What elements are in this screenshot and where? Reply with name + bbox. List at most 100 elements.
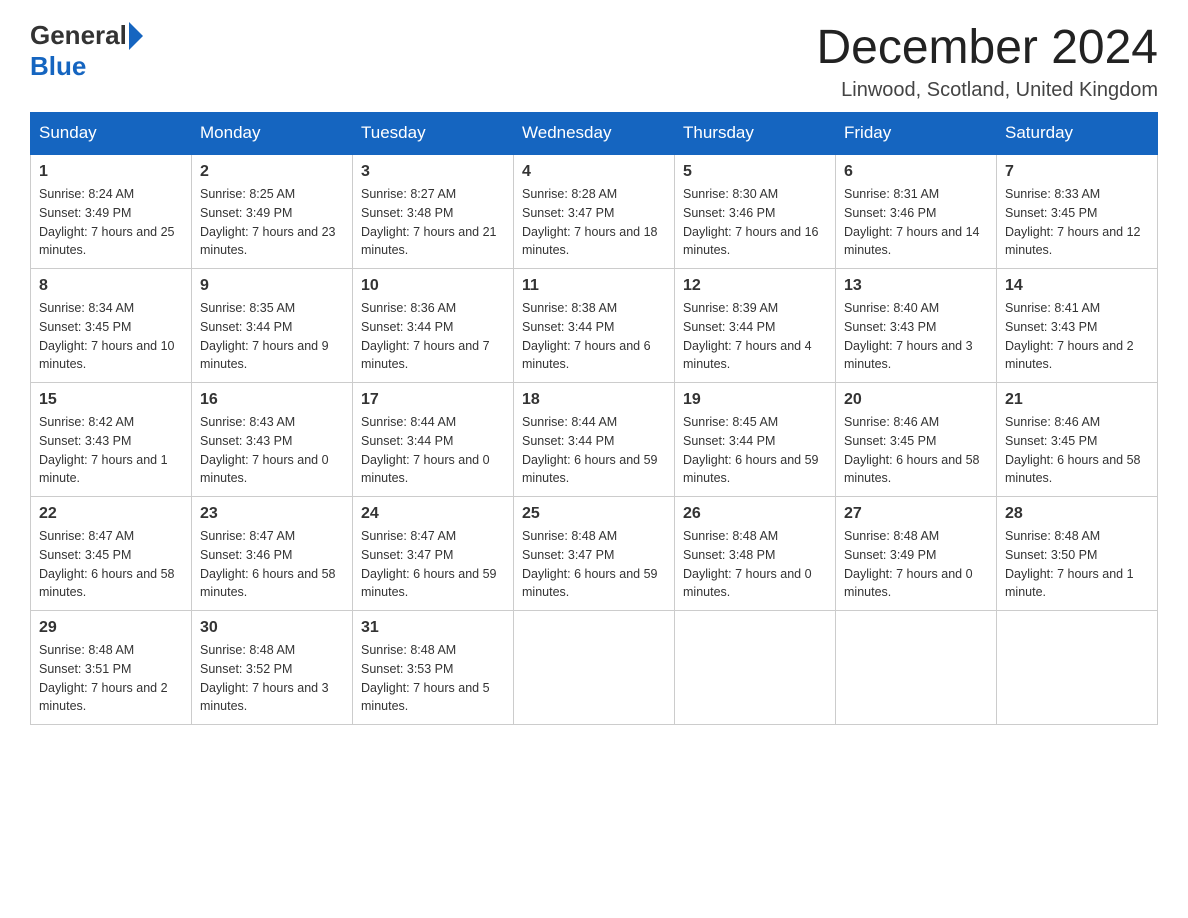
- calendar-header-sunday: Sunday: [31, 113, 192, 155]
- day-info: Sunrise: 8:38 AMSunset: 3:44 PMDaylight:…: [522, 299, 666, 374]
- calendar-cell: 9 Sunrise: 8:35 AMSunset: 3:44 PMDayligh…: [192, 269, 353, 383]
- day-info: Sunrise: 8:30 AMSunset: 3:46 PMDaylight:…: [683, 185, 827, 260]
- calendar-cell: 2 Sunrise: 8:25 AMSunset: 3:49 PMDayligh…: [192, 154, 353, 269]
- calendar-cell: 28 Sunrise: 8:48 AMSunset: 3:50 PMDaylig…: [997, 497, 1158, 611]
- calendar-header-monday: Monday: [192, 113, 353, 155]
- day-info: Sunrise: 8:43 AMSunset: 3:43 PMDaylight:…: [200, 413, 344, 488]
- calendar-cell: [514, 611, 675, 725]
- calendar-header-row: SundayMondayTuesdayWednesdayThursdayFrid…: [31, 113, 1158, 155]
- day-number: 15: [39, 391, 183, 409]
- day-info: Sunrise: 8:46 AMSunset: 3:45 PMDaylight:…: [1005, 413, 1149, 488]
- day-number: 17: [361, 391, 505, 409]
- day-number: 23: [200, 505, 344, 523]
- calendar-week-row: 8 Sunrise: 8:34 AMSunset: 3:45 PMDayligh…: [31, 269, 1158, 383]
- calendar-cell: 21 Sunrise: 8:46 AMSunset: 3:45 PMDaylig…: [997, 383, 1158, 497]
- calendar-cell: 14 Sunrise: 8:41 AMSunset: 3:43 PMDaylig…: [997, 269, 1158, 383]
- day-info: Sunrise: 8:44 AMSunset: 3:44 PMDaylight:…: [522, 413, 666, 488]
- calendar-cell: 29 Sunrise: 8:48 AMSunset: 3:51 PMDaylig…: [31, 611, 192, 725]
- calendar-cell: 24 Sunrise: 8:47 AMSunset: 3:47 PMDaylig…: [353, 497, 514, 611]
- calendar-week-row: 15 Sunrise: 8:42 AMSunset: 3:43 PMDaylig…: [31, 383, 1158, 497]
- calendar-cell: 3 Sunrise: 8:27 AMSunset: 3:48 PMDayligh…: [353, 154, 514, 269]
- day-info: Sunrise: 8:45 AMSunset: 3:44 PMDaylight:…: [683, 413, 827, 488]
- logo-blue-text: Blue: [30, 51, 86, 82]
- day-info: Sunrise: 8:31 AMSunset: 3:46 PMDaylight:…: [844, 185, 988, 260]
- day-number: 27: [844, 505, 988, 523]
- day-number: 18: [522, 391, 666, 409]
- calendar-cell: 12 Sunrise: 8:39 AMSunset: 3:44 PMDaylig…: [675, 269, 836, 383]
- calendar-cell: 8 Sunrise: 8:34 AMSunset: 3:45 PMDayligh…: [31, 269, 192, 383]
- calendar-cell: 7 Sunrise: 8:33 AMSunset: 3:45 PMDayligh…: [997, 154, 1158, 269]
- day-number: 19: [683, 391, 827, 409]
- calendar-header-thursday: Thursday: [675, 113, 836, 155]
- day-number: 11: [522, 277, 666, 295]
- calendar-week-row: 1 Sunrise: 8:24 AMSunset: 3:49 PMDayligh…: [31, 154, 1158, 269]
- day-number: 5: [683, 163, 827, 181]
- calendar-cell: [675, 611, 836, 725]
- day-number: 29: [39, 619, 183, 637]
- day-info: Sunrise: 8:44 AMSunset: 3:44 PMDaylight:…: [361, 413, 505, 488]
- calendar-cell: 26 Sunrise: 8:48 AMSunset: 3:48 PMDaylig…: [675, 497, 836, 611]
- day-info: Sunrise: 8:34 AMSunset: 3:45 PMDaylight:…: [39, 299, 183, 374]
- day-number: 12: [683, 277, 827, 295]
- calendar-cell: 15 Sunrise: 8:42 AMSunset: 3:43 PMDaylig…: [31, 383, 192, 497]
- calendar-header-friday: Friday: [836, 113, 997, 155]
- day-number: 26: [683, 505, 827, 523]
- logo-general-text: General: [30, 20, 127, 51]
- day-number: 2: [200, 163, 344, 181]
- day-info: Sunrise: 8:39 AMSunset: 3:44 PMDaylight:…: [683, 299, 827, 374]
- day-number: 3: [361, 163, 505, 181]
- day-info: Sunrise: 8:47 AMSunset: 3:46 PMDaylight:…: [200, 527, 344, 602]
- day-info: Sunrise: 8:28 AMSunset: 3:47 PMDaylight:…: [522, 185, 666, 260]
- calendar-cell: 27 Sunrise: 8:48 AMSunset: 3:49 PMDaylig…: [836, 497, 997, 611]
- day-info: Sunrise: 8:42 AMSunset: 3:43 PMDaylight:…: [39, 413, 183, 488]
- day-info: Sunrise: 8:48 AMSunset: 3:50 PMDaylight:…: [1005, 527, 1149, 602]
- logo-arrow-icon: [129, 22, 143, 50]
- calendar-cell: 25 Sunrise: 8:48 AMSunset: 3:47 PMDaylig…: [514, 497, 675, 611]
- calendar-week-row: 29 Sunrise: 8:48 AMSunset: 3:51 PMDaylig…: [31, 611, 1158, 725]
- calendar-cell: 23 Sunrise: 8:47 AMSunset: 3:46 PMDaylig…: [192, 497, 353, 611]
- day-number: 20: [844, 391, 988, 409]
- calendar-cell: 16 Sunrise: 8:43 AMSunset: 3:43 PMDaylig…: [192, 383, 353, 497]
- day-info: Sunrise: 8:27 AMSunset: 3:48 PMDaylight:…: [361, 185, 505, 260]
- calendar-cell: 19 Sunrise: 8:45 AMSunset: 3:44 PMDaylig…: [675, 383, 836, 497]
- calendar-cell: [997, 611, 1158, 725]
- day-info: Sunrise: 8:48 AMSunset: 3:48 PMDaylight:…: [683, 527, 827, 602]
- day-info: Sunrise: 8:40 AMSunset: 3:43 PMDaylight:…: [844, 299, 988, 374]
- day-number: 10: [361, 277, 505, 295]
- calendar-cell: 17 Sunrise: 8:44 AMSunset: 3:44 PMDaylig…: [353, 383, 514, 497]
- day-info: Sunrise: 8:48 AMSunset: 3:49 PMDaylight:…: [844, 527, 988, 602]
- day-number: 13: [844, 277, 988, 295]
- calendar-cell: [836, 611, 997, 725]
- calendar-cell: 11 Sunrise: 8:38 AMSunset: 3:44 PMDaylig…: [514, 269, 675, 383]
- calendar-header-tuesday: Tuesday: [353, 113, 514, 155]
- day-number: 28: [1005, 505, 1149, 523]
- day-number: 24: [361, 505, 505, 523]
- day-info: Sunrise: 8:48 AMSunset: 3:51 PMDaylight:…: [39, 641, 183, 716]
- day-number: 8: [39, 277, 183, 295]
- calendar-header-wednesday: Wednesday: [514, 113, 675, 155]
- calendar-week-row: 22 Sunrise: 8:47 AMSunset: 3:45 PMDaylig…: [31, 497, 1158, 611]
- calendar-cell: 31 Sunrise: 8:48 AMSunset: 3:53 PMDaylig…: [353, 611, 514, 725]
- calendar-cell: 22 Sunrise: 8:47 AMSunset: 3:45 PMDaylig…: [31, 497, 192, 611]
- day-number: 25: [522, 505, 666, 523]
- day-info: Sunrise: 8:47 AMSunset: 3:45 PMDaylight:…: [39, 527, 183, 602]
- day-number: 9: [200, 277, 344, 295]
- calendar-cell: 20 Sunrise: 8:46 AMSunset: 3:45 PMDaylig…: [836, 383, 997, 497]
- day-number: 16: [200, 391, 344, 409]
- day-info: Sunrise: 8:24 AMSunset: 3:49 PMDaylight:…: [39, 185, 183, 260]
- calendar-cell: 5 Sunrise: 8:30 AMSunset: 3:46 PMDayligh…: [675, 154, 836, 269]
- day-number: 30: [200, 619, 344, 637]
- calendar-cell: 18 Sunrise: 8:44 AMSunset: 3:44 PMDaylig…: [514, 383, 675, 497]
- calendar-cell: 1 Sunrise: 8:24 AMSunset: 3:49 PMDayligh…: [31, 154, 192, 269]
- day-info: Sunrise: 8:48 AMSunset: 3:52 PMDaylight:…: [200, 641, 344, 716]
- day-info: Sunrise: 8:41 AMSunset: 3:43 PMDaylight:…: [1005, 299, 1149, 374]
- calendar-cell: 13 Sunrise: 8:40 AMSunset: 3:43 PMDaylig…: [836, 269, 997, 383]
- day-number: 4: [522, 163, 666, 181]
- day-info: Sunrise: 8:46 AMSunset: 3:45 PMDaylight:…: [844, 413, 988, 488]
- calendar-cell: 30 Sunrise: 8:48 AMSunset: 3:52 PMDaylig…: [192, 611, 353, 725]
- logo: General Blue: [30, 20, 145, 82]
- day-number: 22: [39, 505, 183, 523]
- day-info: Sunrise: 8:47 AMSunset: 3:47 PMDaylight:…: [361, 527, 505, 602]
- day-info: Sunrise: 8:35 AMSunset: 3:44 PMDaylight:…: [200, 299, 344, 374]
- location-subtitle: Linwood, Scotland, United Kingdom: [816, 79, 1158, 102]
